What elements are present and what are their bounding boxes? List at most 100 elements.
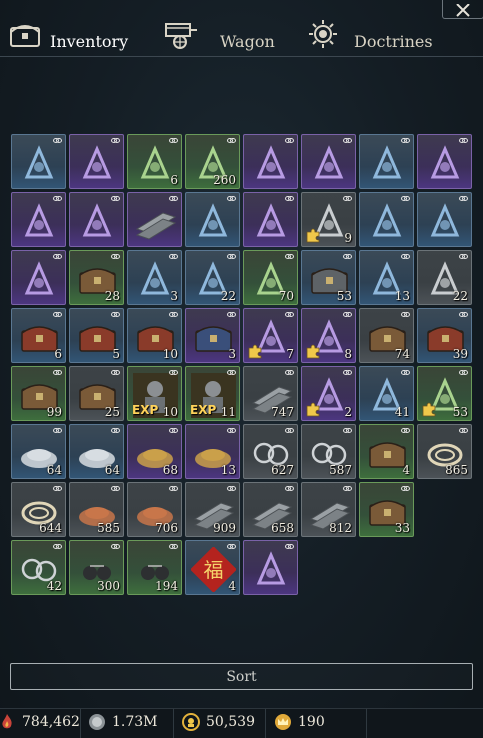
doctrine-sun-icon xyxy=(309,20,337,48)
tab-inventory[interactable]: Inventory xyxy=(8,14,128,54)
inventory-slot[interactable]: EXP 11 xyxy=(185,366,240,421)
item-count: 812 xyxy=(329,521,352,535)
inventory-slot[interactable]: 6 xyxy=(127,134,182,189)
inventory-slot[interactable] xyxy=(127,192,182,247)
inventory-slot[interactable]: 64 xyxy=(69,424,124,479)
inventory-slot[interactable]: 6 xyxy=(11,308,66,363)
inventory-slot[interactable]: 28 xyxy=(69,250,124,305)
currency-separator xyxy=(80,709,81,738)
link-icon xyxy=(343,428,352,433)
close-button[interactable] xyxy=(442,0,483,19)
inventory-slot[interactable]: 300 xyxy=(69,540,124,595)
puzzle-icon xyxy=(422,402,436,417)
inventory-slot[interactable] xyxy=(359,134,414,189)
inventory-slot[interactable]: 10 xyxy=(127,308,182,363)
inventory-slot[interactable]: 865 xyxy=(417,424,472,479)
inventory-slot[interactable] xyxy=(185,192,240,247)
inventory-slot[interactable]: 64 xyxy=(11,424,66,479)
inventory-slot[interactable]: 658 xyxy=(243,482,298,537)
sort-button[interactable]: Sort xyxy=(10,663,473,690)
link-icon xyxy=(459,370,468,375)
inventory-slot[interactable] xyxy=(301,134,356,189)
tab-inventory-label: Inventory xyxy=(50,32,129,51)
inventory-slot[interactable]: 22 xyxy=(417,250,472,305)
inventory-slot[interactable]: 706 xyxy=(127,482,182,537)
inventory-slot[interactable]: 8 xyxy=(301,308,356,363)
inventory-slot[interactable] xyxy=(11,192,66,247)
inventory-slot[interactable] xyxy=(69,192,124,247)
inventory-slot[interactable]: 5 xyxy=(69,308,124,363)
item-count: 68 xyxy=(162,463,178,477)
item-count: 7 xyxy=(286,347,294,361)
currency-bar: 784,462 1.73M 50,539 190 xyxy=(0,708,483,738)
inventory-slot[interactable]: 13 xyxy=(185,424,240,479)
tab-doctrines[interactable]: Doctrines xyxy=(306,14,433,54)
inventory-slot[interactable]: 22 xyxy=(185,250,240,305)
crown-icon xyxy=(275,714,291,730)
inventory-slot[interactable]: 70 xyxy=(243,250,298,305)
inventory-slot[interactable]: 7 xyxy=(243,308,298,363)
link-icon xyxy=(285,138,294,143)
svg-text:福: 福 xyxy=(204,558,224,582)
item-count: 260 xyxy=(213,173,236,187)
link-icon xyxy=(401,486,410,491)
link-icon xyxy=(227,196,236,201)
inventory-slot[interactable] xyxy=(243,192,298,247)
link-icon xyxy=(227,544,236,549)
bow-icon xyxy=(24,145,54,179)
inventory-slot[interactable]: 74 xyxy=(359,308,414,363)
inventory-slot[interactable]: 9 xyxy=(301,192,356,247)
link-icon xyxy=(227,428,236,433)
link-icon xyxy=(111,312,120,317)
link-icon xyxy=(53,312,62,317)
inventory-slot[interactable]: 53 xyxy=(417,366,472,421)
inventory-slot[interactable]: 3 xyxy=(127,250,182,305)
inventory-slot[interactable]: 33 xyxy=(359,482,414,537)
inventory-slot[interactable]: 2 xyxy=(301,366,356,421)
inventory-slot[interactable]: 福4 xyxy=(185,540,240,595)
link-icon xyxy=(227,370,236,375)
link-icon xyxy=(343,138,352,143)
inventory-slot[interactable]: 53 xyxy=(301,250,356,305)
inventory-slot[interactable]: 747 xyxy=(243,366,298,421)
currency-fame-value: 784,462 xyxy=(22,714,80,730)
inventory-slot[interactable] xyxy=(417,192,472,247)
inventory-slot[interactable]: 585 xyxy=(69,482,124,537)
inventory-slot[interactable]: 644 xyxy=(11,482,66,537)
inventory-slot[interactable]: 909 xyxy=(185,482,240,537)
exp-badge: EXP xyxy=(190,403,217,417)
inventory-slot[interactable]: 25 xyxy=(69,366,124,421)
inventory-slot[interactable]: 13 xyxy=(359,250,414,305)
inventory-slot[interactable] xyxy=(11,134,66,189)
link-icon xyxy=(169,312,178,317)
inventory-slot[interactable]: 587 xyxy=(301,424,356,479)
inventory-slot[interactable] xyxy=(243,134,298,189)
inventory-slot[interactable]: 68 xyxy=(127,424,182,479)
inventory-slot[interactable]: 42 xyxy=(11,540,66,595)
tab-wagon[interactable]: Wagon xyxy=(164,14,275,54)
inventory-slot[interactable] xyxy=(417,134,472,189)
inventory-slot[interactable]: 194 xyxy=(127,540,182,595)
inventory-slot[interactable]: 39 xyxy=(417,308,472,363)
item-count: 28 xyxy=(104,289,120,303)
inventory-slot[interactable] xyxy=(69,134,124,189)
inventory-slot[interactable]: 4 xyxy=(359,424,414,479)
inventory-slot[interactable]: 627 xyxy=(243,424,298,479)
inventory-slot[interactable]: 99 xyxy=(11,366,66,421)
link-icon xyxy=(459,312,468,317)
link-icon xyxy=(285,486,294,491)
inventory-slot[interactable]: 260 xyxy=(185,134,240,189)
link-icon xyxy=(169,486,178,491)
inventory-slot[interactable]: 3 xyxy=(185,308,240,363)
sword-icon xyxy=(372,145,402,179)
inventory-slot[interactable]: 812 xyxy=(301,482,356,537)
item-count: 13 xyxy=(394,289,410,303)
item-count: 4 xyxy=(228,579,236,593)
inventory-slot[interactable] xyxy=(359,192,414,247)
inventory-slot[interactable]: 41 xyxy=(359,366,414,421)
leather-glove-icon xyxy=(372,203,402,237)
inventory-slot[interactable] xyxy=(11,250,66,305)
link-icon xyxy=(285,428,294,433)
inventory-slot[interactable] xyxy=(243,540,298,595)
inventory-slot[interactable]: EXP 10 xyxy=(127,366,182,421)
